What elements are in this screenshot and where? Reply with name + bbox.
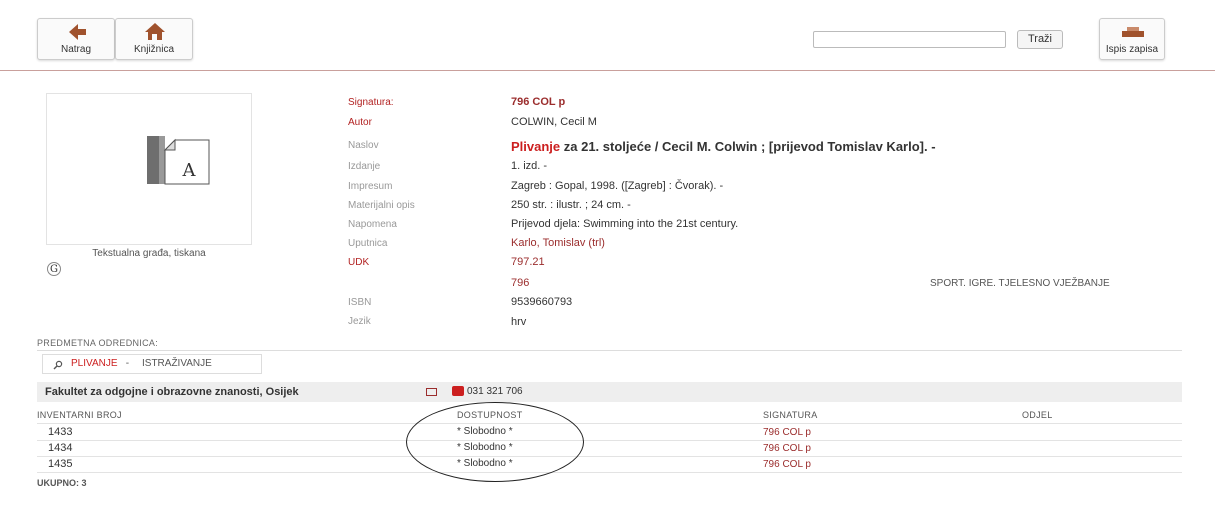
material-type-caption: Tekstualna građa, tiskana [92,248,206,259]
toolbar: Natrag Knjižnica Traži Ispis zapisa [0,0,1215,71]
cover-image: A [46,93,252,245]
header-inventory: INVENTARNI BROJ [37,410,122,420]
naslov-rest: za 21. stoljeće / Cecil M. Colwin ; [pri… [560,139,936,154]
naslov-highlight: Plivanje [511,139,561,154]
isbn-value: 9539660793 [511,296,573,308]
header-department: ODJEL [1022,410,1053,420]
jezik-label: Jezik [348,316,371,327]
autor-label: Autor [348,117,372,128]
naslov-value: Plivanje za 21. stoljeće / Cecil M. Colw… [511,139,936,154]
uputnica-link[interactable]: Karlo, Tomislav (trl) [511,237,605,249]
uputnica-label: Uputnica [348,238,388,249]
document-book-icon: A [147,136,210,185]
printer-icon [1122,27,1144,37]
subject-subterm: ISTRAŽIVANJE [142,358,212,369]
phone-number: 031 321 706 [467,386,523,397]
row-3-inventory: 1435 [48,458,73,470]
table-row-divider [37,456,1182,457]
signatura-label: Signatura: [348,97,394,108]
table-header-divider [37,423,1182,424]
napomena-label: Napomena [348,219,397,230]
row-3-signature[interactable]: 796 COL p [763,459,811,470]
highlight-ellipse [406,402,584,482]
library-bar: Fakultet za odgojne i obrazovne znanosti… [37,382,1182,402]
izdanje-label: Izdanje [348,161,381,172]
row-2-inventory: 1434 [48,442,73,454]
library-label: Knjižnica [133,44,175,55]
udk-description: SPORT. IGRE. TJELESNO VJEŽBANJE [930,278,1110,289]
library-button[interactable]: Knjižnica [115,18,193,60]
header-signature: SIGNATURA [763,410,818,420]
subject-term-link[interactable]: PLIVANJE [71,355,118,373]
arrow-left-icon [69,24,86,40]
print-record-label: Ispis zapisa [1105,44,1159,55]
subject-section-label: PREDMETNA ODREDNICA: [37,338,159,348]
jezik-value: hrv [511,316,527,328]
back-button[interactable]: Natrag [37,18,115,60]
udk-label: UDK [348,257,370,268]
divider [37,350,1182,351]
subject-heading[interactable]: PLIVANJE - ISTRAŽIVANJE [42,354,262,374]
impresum-label: Impresum [348,181,393,192]
isbn-label: ISBN [348,297,372,308]
udk-link-2[interactable]: 796 [511,277,529,289]
naslov-label: Naslov [348,140,379,151]
materijalni-opis-label: Materijalni opis [348,200,415,211]
subject-separator: - [123,358,132,369]
search-input[interactable] [813,31,1006,48]
materijalni-opis-value: 250 str. : ilustr. ; 24 cm. - [511,199,631,211]
table-row-divider [37,440,1182,441]
table-row-divider [37,472,1182,473]
house-icon [145,23,165,40]
library-name: Fakultet za odgojne i obrazovne znanosti… [45,386,299,398]
napomena-value: Prijevod djela: Swimming into the 21st c… [511,218,739,230]
izdanje-value: 1. izd. - [511,160,548,172]
google-books-icon[interactable]: G [47,262,61,276]
mail-icon[interactable] [426,388,437,396]
search-magnifier-icon [53,360,63,370]
row-1-signature[interactable]: 796 COL p [763,427,811,438]
row-2-signature[interactable]: 796 COL p [763,443,811,454]
row-1-inventory: 1433 [48,426,73,438]
cover-letter: A [182,160,197,181]
search-button[interactable]: Traži [1017,30,1063,49]
phone-icon [452,386,464,396]
udk-link-1[interactable]: 797.21 [511,256,545,268]
autor-value[interactable]: COLWIN, Cecil M [511,116,597,128]
impresum-value: Zagreb : Gopal, 1998. ([Zagreb] : Čvorak… [511,180,724,192]
total-count: UKUPNO: 3 [37,478,87,488]
back-label: Natrag [60,44,91,55]
signatura-value: 796 COL p [511,96,566,108]
print-record-button[interactable]: Ispis zapisa [1099,18,1165,60]
